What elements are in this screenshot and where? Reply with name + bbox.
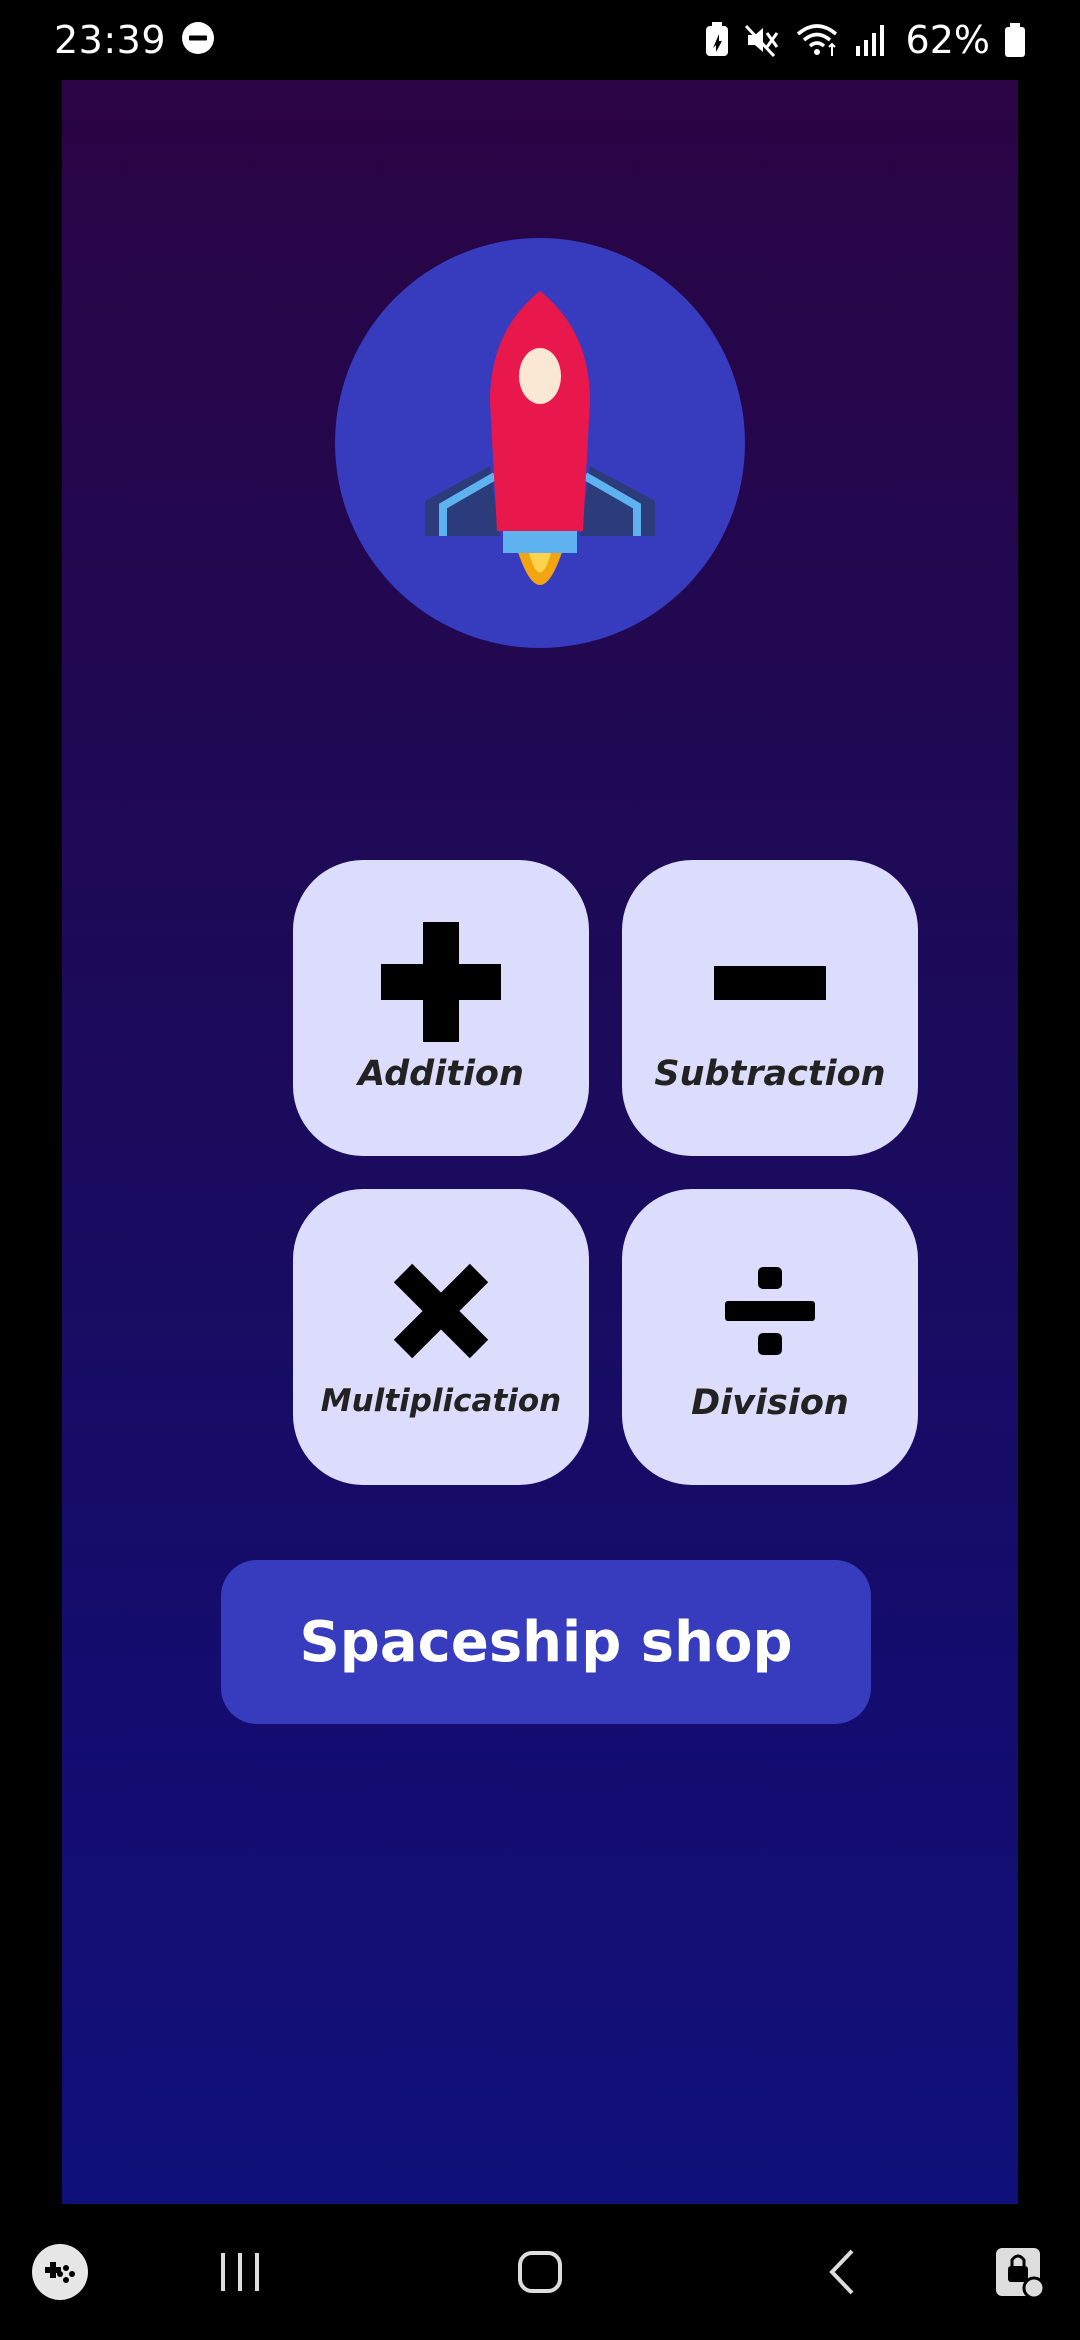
battery-saver-icon <box>704 22 730 58</box>
division-label: Division <box>691 1383 849 1423</box>
home-icon[interactable] <box>500 2204 580 2340</box>
mute-icon <box>744 22 780 58</box>
status-bar: 23:39 62% <box>0 0 1080 80</box>
status-left: 23:39 <box>54 18 216 62</box>
minus-icon <box>622 920 918 1044</box>
spaceship-shop-button[interactable]: Spaceship shop <box>221 1560 871 1724</box>
navigation-bar <box>0 2204 1080 2340</box>
recent-apps-icon[interactable] <box>200 2204 280 2340</box>
status-right: 62% <box>704 18 1026 62</box>
divide-icon <box>622 1249 918 1373</box>
multiplication-label: Multiplication <box>320 1383 562 1419</box>
subtraction-label: Subtraction <box>654 1054 886 1094</box>
division-button[interactable]: Division <box>622 1189 918 1485</box>
game-launcher-icon[interactable] <box>20 2204 100 2340</box>
logo-circle <box>335 238 745 648</box>
rocket-icon <box>425 291 655 595</box>
lock-touch-icon[interactable] <box>980 2204 1060 2340</box>
times-icon <box>293 1249 589 1373</box>
clock: 23:39 <box>54 18 167 62</box>
battery-percent: 62% <box>905 18 990 62</box>
multiplication-button[interactable]: Multiplication <box>293 1189 589 1485</box>
addition-label: Addition <box>358 1054 524 1094</box>
addition-button[interactable]: Addition <box>293 860 589 1156</box>
subtraction-button[interactable]: Subtraction <box>622 860 918 1156</box>
do-not-disturb-icon <box>180 20 216 60</box>
app-screen: Addition Subtraction Multiplication Divi… <box>62 80 1018 2204</box>
signal-icon <box>854 22 886 58</box>
back-icon[interactable] <box>805 2204 885 2340</box>
plus-icon <box>293 920 589 1044</box>
wifi-icon <box>794 22 840 58</box>
battery-icon <box>1004 22 1026 58</box>
